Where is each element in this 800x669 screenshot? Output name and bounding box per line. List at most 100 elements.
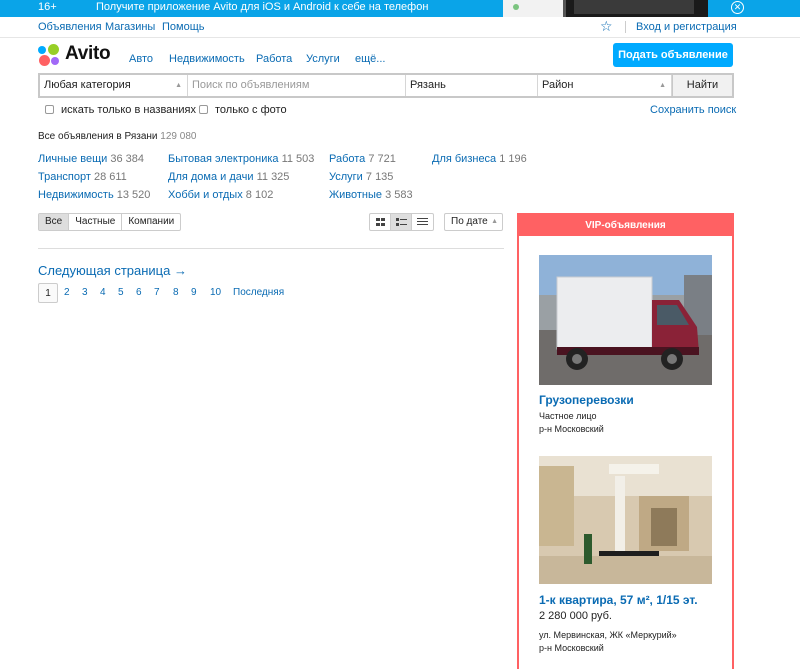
category-link[interactable]: Хобби и отдых 8 102 xyxy=(168,189,273,201)
filter-private-button[interactable]: Частные xyxy=(69,214,123,230)
ad-title[interactable]: 1-к квартира, 57 м², 1/15 эт. xyxy=(539,593,712,607)
sort-select[interactable]: По дате ▲ xyxy=(444,213,503,231)
top-link-shops[interactable]: Магазины xyxy=(105,21,155,33)
page-link[interactable]: 3 xyxy=(82,283,88,303)
category-value: Любая категория xyxy=(44,79,131,91)
nav-jobs[interactable]: Работа xyxy=(256,53,292,65)
checkbox-icon[interactable] xyxy=(199,105,208,114)
category-link[interactable]: Животные 3 583 xyxy=(329,189,413,201)
category-count: 28 611 xyxy=(93,171,127,183)
list-view-icon[interactable] xyxy=(391,214,412,230)
category-name[interactable]: Бытовая электроника xyxy=(168,153,279,165)
app-promo-text[interactable]: Получите приложение Avito для iOS и Andr… xyxy=(96,1,428,13)
category-name[interactable]: Хобби и отдых xyxy=(168,189,243,201)
category-name[interactable]: Транспорт xyxy=(38,171,91,183)
top-link-help[interactable]: Помощь xyxy=(162,21,205,33)
ad-photo[interactable] xyxy=(539,255,712,385)
category-count: 7 135 xyxy=(365,171,394,183)
post-ad-button[interactable]: Подать объявление xyxy=(613,43,733,67)
select-arrows-icon: ▲ xyxy=(491,218,498,225)
category-name[interactable]: Услуги xyxy=(329,171,363,183)
page-link[interactable]: 2 xyxy=(64,283,70,303)
only-photo-checkbox[interactable]: только с фото xyxy=(199,104,287,116)
filter-all-button[interactable]: Все xyxy=(39,214,70,230)
page-link[interactable]: 4 xyxy=(100,283,106,303)
compact-view-icon[interactable] xyxy=(412,214,433,230)
category-count: 36 384 xyxy=(110,153,145,165)
page-link[interactable]: 7 xyxy=(154,283,160,303)
page-link[interactable]: 10 xyxy=(210,283,221,303)
last-page-link[interactable]: Последняя xyxy=(233,283,284,303)
sort-value: По дате xyxy=(451,216,488,227)
page-link[interactable]: 8 xyxy=(173,283,179,303)
city-select[interactable]: Рязань xyxy=(406,75,538,96)
category-name[interactable]: Личные вещи xyxy=(38,153,107,165)
current-page: 1 xyxy=(38,283,58,303)
category-name[interactable]: Для дома и дачи xyxy=(168,171,254,183)
avito-logo[interactable]: Avito xyxy=(38,43,118,66)
apartment-photo xyxy=(539,456,712,584)
view-switcher xyxy=(369,213,434,231)
ad-title[interactable]: Грузоперевозки xyxy=(539,393,712,407)
category-count: 8 102 xyxy=(245,189,274,201)
ad-district: р-н Московский xyxy=(539,424,604,434)
select-arrows-icon: ▲ xyxy=(175,82,182,89)
nav-services[interactable]: Услуги xyxy=(306,53,340,65)
filter-company-button[interactable]: Компании xyxy=(122,214,180,230)
phone-image xyxy=(503,0,563,17)
category-count: 11 503 xyxy=(281,153,315,165)
nav-realty[interactable]: Недвижимость xyxy=(169,53,245,65)
city-value: Рязань xyxy=(410,79,446,91)
select-arrows-icon: ▲ xyxy=(659,82,666,89)
category-link[interactable]: Транспорт 28 611 xyxy=(38,171,127,183)
category-link[interactable]: Личные вещи 36 384 xyxy=(38,153,144,165)
category-link[interactable]: Работа 7 721 xyxy=(329,153,396,165)
next-page-link[interactable]: Следующая страница → xyxy=(38,263,187,278)
star-icon[interactable]: ☆ xyxy=(600,18,613,35)
ad-photo[interactable] xyxy=(539,456,712,584)
nav-auto[interactable]: Авто xyxy=(129,53,153,65)
category-select[interactable]: Любая категория ▲ xyxy=(40,75,188,96)
page-link[interactable]: 5 xyxy=(118,283,124,303)
close-icon[interactable]: ✕ xyxy=(731,1,744,14)
grid-view-icon[interactable] xyxy=(370,214,391,230)
total-ads: Все объявления в Рязани 129 080 xyxy=(38,131,196,142)
phone-image xyxy=(563,0,708,17)
logo-dot-icon xyxy=(39,55,50,66)
only-titles-checkbox[interactable]: искать только в названиях xyxy=(45,104,196,116)
category-count: 3 583 xyxy=(385,189,413,201)
ad-price: 2 280 000 руб. xyxy=(539,610,612,622)
category-name[interactable]: Недвижимость xyxy=(38,189,114,201)
divider xyxy=(38,248,504,249)
logo-dot-icon xyxy=(48,44,59,55)
vip-ad-card[interactable]: Грузоперевозки Частное лицо р-н Московск… xyxy=(539,255,712,434)
nav-more[interactable]: ещё... xyxy=(355,53,385,65)
total-label: Все объявления в Рязани xyxy=(38,131,158,142)
top-navigation: Объявления Магазины Помощь ☆ Вход и реги… xyxy=(0,17,800,38)
search-bar: Любая категория ▲ Поиск по объявлениям Р… xyxy=(38,73,734,98)
category-name[interactable]: Для бизнеса xyxy=(432,153,496,165)
search-placeholder: Поиск по объявлениям xyxy=(192,79,310,91)
category-count: 7 721 xyxy=(368,153,396,165)
category-name[interactable]: Животные xyxy=(329,189,382,201)
logo-dot-icon xyxy=(38,46,46,54)
page-link[interactable]: 6 xyxy=(136,283,142,303)
search-input[interactable]: Поиск по объявлениям xyxy=(188,75,406,96)
vip-ads-panel: VIP-объявления Грузоперевозки Частное ли… xyxy=(517,213,734,669)
page-link[interactable]: 9 xyxy=(191,283,197,303)
top-link-ads[interactable]: Объявления xyxy=(38,21,102,33)
save-search-link[interactable]: Сохранить поиск xyxy=(650,104,736,116)
vip-ad-card[interactable]: 1-к квартира, 57 м², 1/15 эт. 2 280 000 … xyxy=(539,456,712,653)
category-link[interactable]: Услуги 7 135 xyxy=(329,171,393,183)
category-link[interactable]: Для дома и дачи 11 325 xyxy=(168,171,289,183)
search-submit-button[interactable]: Найти xyxy=(672,75,732,96)
ad-address: ул. Мервинская, ЖК «Меркурий» xyxy=(539,630,677,640)
login-link[interactable]: Вход и регистрация xyxy=(636,21,737,33)
category-link[interactable]: Недвижимость 13 520 xyxy=(38,189,150,201)
district-select[interactable]: Район ▲ xyxy=(538,75,672,96)
checkbox-icon[interactable] xyxy=(45,105,54,114)
category-link[interactable]: Бытовая электроника 11 503 xyxy=(168,153,314,165)
category-name[interactable]: Работа xyxy=(329,153,365,165)
category-link[interactable]: Для бизнеса 1 196 xyxy=(432,153,527,165)
app-promo-banner[interactable]: 16+ Получите приложение Avito для iOS и … xyxy=(0,0,800,17)
